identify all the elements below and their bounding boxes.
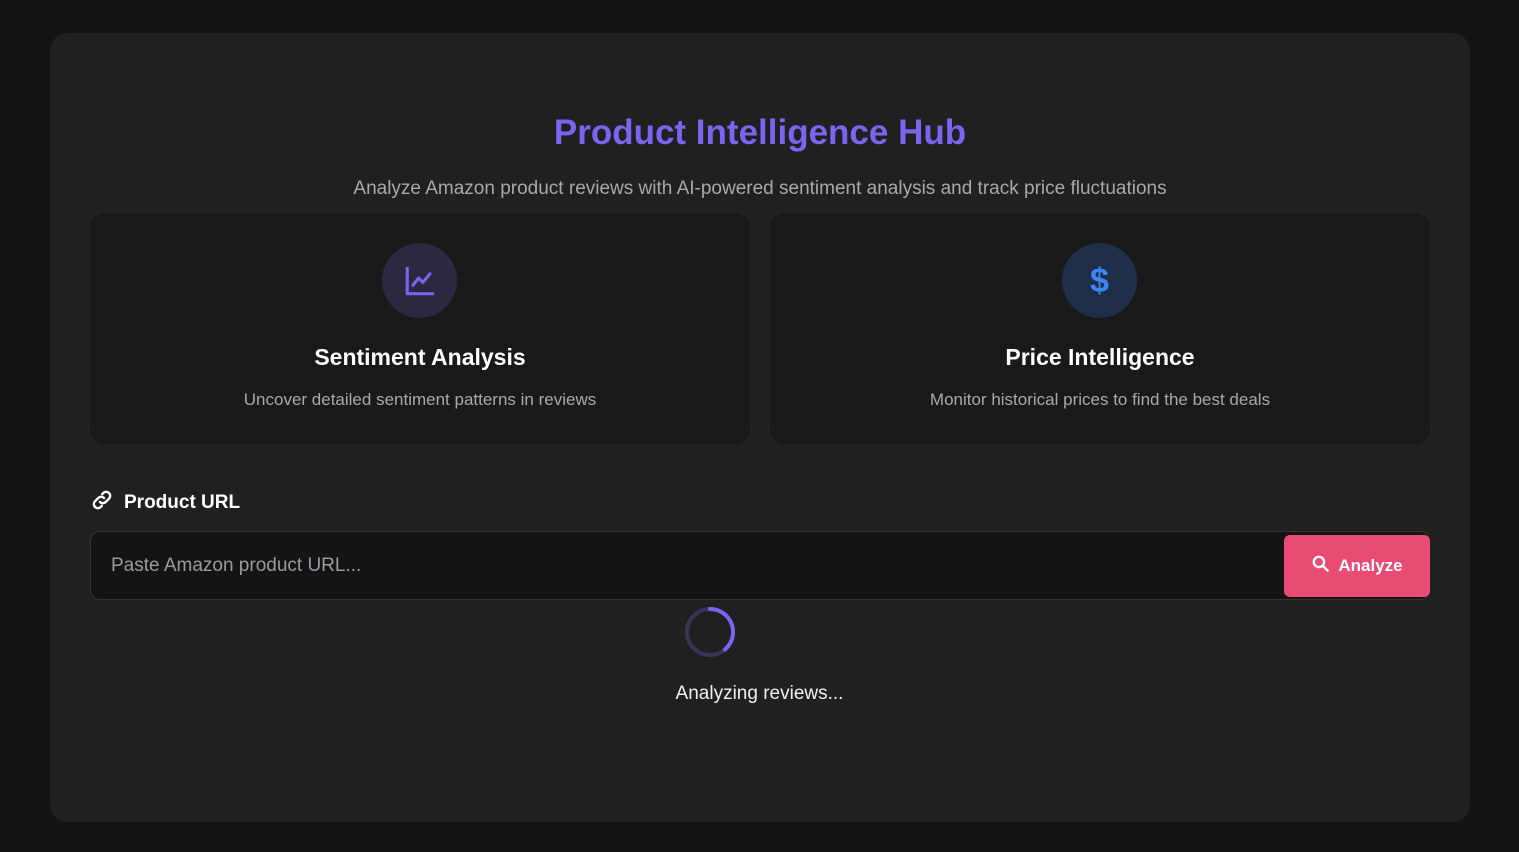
- product-url-input[interactable]: [91, 532, 1281, 599]
- feature-description: Uncover detailed sentiment patterns in r…: [243, 390, 597, 409]
- analyze-button[interactable]: Analyze: [1284, 535, 1430, 597]
- page-subtitle: Analyze Amazon product reviews with AI-p…: [353, 178, 1167, 199]
- loading-status-text: Analyzing reviews...: [675, 683, 844, 704]
- feature-title: Sentiment Analysis: [314, 344, 526, 370]
- url-label-text: Product URL: [124, 492, 241, 513]
- feature-card-sentiment: Sentiment Analysis Uncover detailed sent…: [90, 213, 750, 444]
- page-title: Product Intelligence Hub: [553, 113, 967, 152]
- analyze-button-label: Analyze: [1338, 556, 1403, 575]
- dollar-icon: $: [1062, 243, 1137, 318]
- feature-title: Price Intelligence: [1005, 344, 1195, 370]
- chart-line-icon: [382, 243, 457, 318]
- link-icon: [90, 488, 114, 518]
- url-input-group: Analyze: [90, 531, 1430, 600]
- feature-description: Monitor historical prices to find the be…: [929, 390, 1271, 409]
- search-icon: [1311, 554, 1330, 578]
- feature-card-price: $ Price Intelligence Monitor historical …: [770, 213, 1430, 444]
- loading-spinner: [685, 606, 736, 657]
- product-url-label: Product URL: [90, 488, 240, 518]
